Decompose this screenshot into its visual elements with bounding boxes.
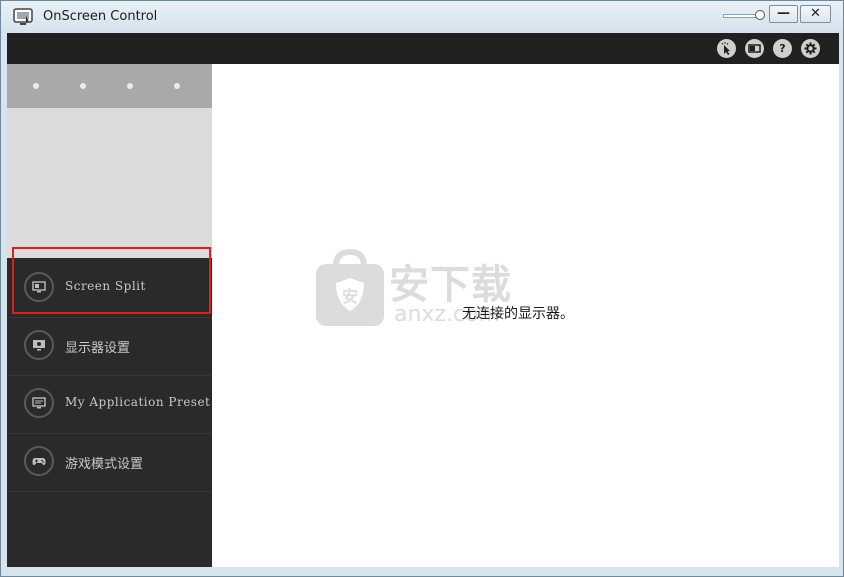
monitor-settings-icon	[24, 330, 54, 360]
settings-gear-icon[interactable]	[801, 39, 820, 58]
app-window: OnScreen Control — ✕ ? Screen Split 显示器设…	[0, 0, 844, 577]
carousel-dot[interactable]	[127, 83, 133, 89]
sidebar-item-game-mode-settings[interactable]: 游戏模式设置	[7, 434, 212, 492]
sidebar-item-label: 显示器设置	[65, 341, 131, 356]
cursor-click-icon[interactable]	[717, 39, 736, 58]
close-button[interactable]: ✕	[800, 5, 831, 23]
carousel-preview	[7, 108, 212, 258]
highlight-annotation	[12, 247, 211, 314]
carousel-dot[interactable]	[33, 83, 39, 89]
svg-text:安: 安	[342, 287, 358, 306]
sidebar-item-label: My Application Preset	[65, 395, 211, 409]
minimize-button[interactable]: —	[769, 5, 798, 23]
toolbar: ?	[7, 33, 839, 64]
onscreen-control-app-icon	[13, 8, 33, 25]
sidebar-item-my-application-preset[interactable]: My Application Preset	[7, 376, 212, 434]
sidebar-item-monitor-settings[interactable]: 显示器设置	[7, 318, 212, 376]
app-preset-icon	[24, 388, 54, 418]
display-mode-icon[interactable]	[745, 39, 764, 58]
carousel-dot[interactable]	[80, 83, 86, 89]
window-title: OnScreen Control	[43, 9, 158, 24]
no-monitor-status: 无连接的显示器。	[462, 306, 574, 322]
sidebar-item-label: 游戏模式设置	[65, 457, 144, 472]
carousel-dot[interactable]	[174, 83, 180, 89]
opacity-slider[interactable]	[723, 10, 765, 20]
shield-bag-logo-icon: 安	[316, 248, 384, 326]
opacity-slider-thumb[interactable]	[755, 10, 765, 20]
help-icon[interactable]: ?	[773, 39, 792, 58]
sidebar: Screen Split 显示器设置 My Application Preset…	[7, 64, 212, 567]
title-bar[interactable]: OnScreen Control — ✕	[1, 1, 843, 33]
gamepad-icon	[24, 446, 54, 476]
main-content: 安 安下载 anxz.com 无连接的显示器。	[212, 64, 839, 567]
carousel-indicator-bar	[7, 64, 212, 108]
